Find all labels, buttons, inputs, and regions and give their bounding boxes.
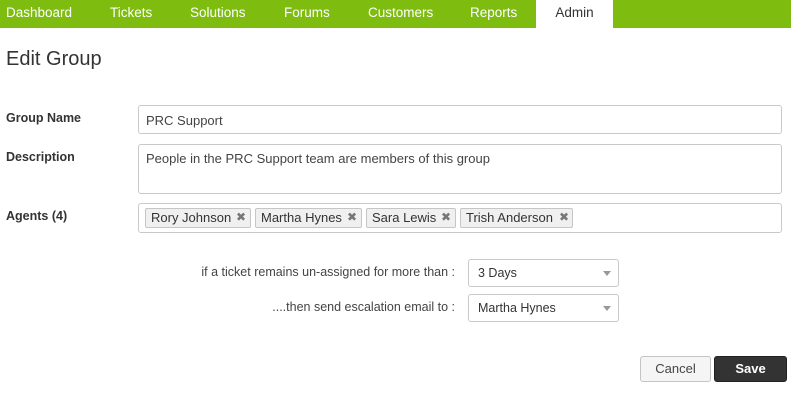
- description-label: Description: [6, 150, 75, 164]
- save-button[interactable]: Save: [714, 356, 787, 382]
- nav-forums[interactable]: Forums: [284, 0, 330, 28]
- remove-tag-icon[interactable]: ✖: [347, 209, 357, 226]
- nav-dashboard[interactable]: Dashboard: [6, 0, 72, 28]
- agent-tag: Rory Johnson ✖: [145, 208, 251, 228]
- group-name-label: Group Name: [6, 111, 82, 125]
- nav-admin[interactable]: Admin: [536, 0, 613, 28]
- unassigned-duration-select[interactable]: 3 Days: [468, 259, 619, 287]
- agent-tag: Sara Lewis ✖: [366, 208, 456, 228]
- agent-tag-label: Trish Anderson: [466, 210, 553, 225]
- remove-tag-icon[interactable]: ✖: [559, 209, 569, 226]
- nav-solutions[interactable]: Solutions: [190, 0, 246, 28]
- agent-tag-label: Martha Hynes: [261, 210, 342, 225]
- remove-tag-icon[interactable]: ✖: [441, 209, 451, 226]
- unassigned-duration-value: 3 Days: [478, 266, 517, 280]
- chevron-down-icon: [603, 271, 611, 276]
- agents-label: Agents (4): [6, 209, 68, 223]
- agent-tag: Trish Anderson ✖: [460, 208, 573, 228]
- group-name-value: PRC Support: [146, 113, 223, 128]
- escalation-email-value: Martha Hynes: [478, 301, 556, 315]
- nav-customers[interactable]: Customers: [368, 0, 433, 28]
- description-value: People in the PRC Support team are membe…: [146, 151, 490, 166]
- agent-tag-label: Sara Lewis: [372, 210, 437, 225]
- description-textarea[interactable]: People in the PRC Support team are membe…: [138, 144, 782, 194]
- agents-multiselect[interactable]: Rory Johnson ✖ Martha Hynes ✖ Sara Lewis…: [138, 203, 782, 233]
- group-name-input[interactable]: PRC Support: [138, 105, 782, 134]
- escalation-email-select[interactable]: Martha Hynes: [468, 294, 619, 322]
- remove-tag-icon[interactable]: ✖: [236, 209, 246, 226]
- escalation-email-label: ....then send escalation email to :: [272, 300, 455, 314]
- page-title: Edit Group: [6, 48, 102, 70]
- chevron-down-icon: [603, 306, 611, 311]
- agent-tag: Martha Hynes ✖: [255, 208, 362, 228]
- nav-reports[interactable]: Reports: [470, 0, 517, 28]
- top-nav: Dashboard Tickets Solutions Forums Custo…: [0, 0, 791, 28]
- cancel-button[interactable]: Cancel: [640, 356, 711, 382]
- unassigned-duration-label: if a ticket remains un-assigned for more…: [201, 265, 455, 279]
- agent-tag-label: Rory Johnson: [151, 210, 232, 225]
- nav-tickets[interactable]: Tickets: [110, 0, 152, 28]
